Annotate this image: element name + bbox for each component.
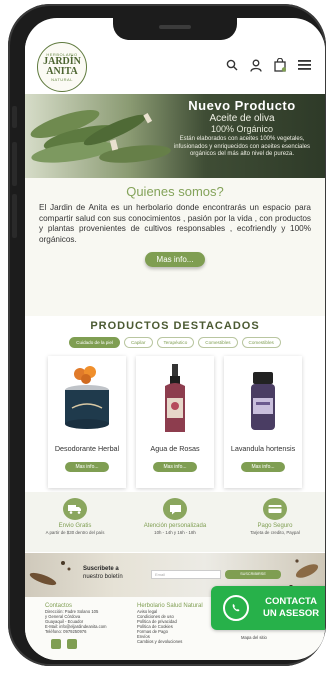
featured-products-section: PRODUCTOS DESTACADOS Cuidado de la piel …	[25, 316, 325, 488]
product-image	[136, 356, 214, 442]
hero-subtitle-2: 100% Orgánico	[210, 124, 274, 134]
service-title: Envio Gratis	[58, 523, 92, 529]
bag-icon[interactable]	[273, 58, 287, 72]
product-more-info-button[interactable]: Mas info...	[153, 462, 197, 472]
service-atencion: Atención personalizada 10h - 14h y 16h -…	[130, 498, 220, 552]
whatsapp-label-line1: CONTACTA	[265, 596, 318, 607]
whatsapp-label-line2: UN ASESOR	[263, 608, 320, 619]
category-tabs: Cuidado de la piel Capilar Terapéutico C…	[25, 337, 325, 348]
footer-contact: Contactos Dirección: Padre Solano 105 y …	[45, 603, 107, 634]
product-image	[48, 356, 126, 442]
product-more-info-button[interactable]: Mas info...	[65, 462, 109, 472]
screen: HERBOLARIO JARDÍN ANITA NATURAL Nuevo Pr…	[25, 18, 325, 660]
newsletter-label-line2: nuestro boletín	[83, 574, 123, 580]
footer-map-link[interactable]: Mapa del sitio	[241, 635, 267, 640]
product-card-agua-rosas[interactable]: Agua de Rosas Mas info...	[136, 356, 214, 488]
newsletter-label-line1: Suscribete a	[83, 566, 119, 572]
product-name: Lavandula hortensis	[230, 444, 296, 453]
product-more-info-button[interactable]: Mas info...	[241, 462, 285, 472]
tab-cuidado-piel[interactable]: Cuidado de la piel	[69, 337, 120, 348]
newsletter-email-input[interactable]: Email	[151, 570, 221, 579]
footer-link[interactable]: Cambios y devoluciones	[137, 639, 203, 644]
facebook-icon[interactable]	[51, 639, 61, 649]
whatsapp-contact-button[interactable]: CONTACTA UN ASESOR	[211, 586, 325, 630]
footer-info: Herbolario Salud Natural Aviso legal Con…	[137, 603, 203, 644]
service-envio: Envio Gratis A partir de $30 dentro del …	[30, 498, 120, 552]
service-subtitle: A partir de $30 dentro del país	[45, 530, 105, 535]
hero-subtitle: Aceite de oliva	[209, 113, 275, 124]
service-title: Pago Seguro	[257, 523, 293, 529]
tab-comestibles-2[interactable]: Comestibles	[241, 337, 281, 348]
newsletter-label: Suscribete a nuestro boletín	[83, 565, 123, 581]
volume-up-button	[12, 142, 17, 186]
service-subtitle: 10h - 14h y 16h - 18h	[154, 530, 196, 535]
phone-frame: HERBOLARIO JARDÍN ANITA NATURAL Nuevo Pr…	[8, 4, 326, 666]
footer-map: Mapa del sitio	[241, 635, 267, 640]
product-name: Desodorante Herbal	[54, 444, 120, 453]
product-image	[224, 356, 302, 442]
site-logo[interactable]: HERBOLARIO JARDÍN ANITA NATURAL	[37, 42, 87, 92]
search-icon[interactable]	[225, 58, 239, 72]
hero-banner[interactable]: Nuevo Producto Aceite de oliva 100% Orgá…	[25, 94, 325, 178]
mute-switch	[12, 106, 17, 128]
logo-bottom-text: NATURAL	[51, 77, 73, 82]
notch	[113, 18, 237, 40]
product-card-desodorante[interactable]: Desodorante Herbal Mas info...	[48, 356, 126, 488]
footer-contact-line[interactable]: Teléfono: 0979250976	[45, 629, 107, 634]
chat-icon	[163, 498, 187, 520]
service-subtitle: Tarjeta de credito, Paypal	[250, 530, 300, 535]
logo-line2: ANITA	[46, 66, 78, 77]
whatsapp-icon	[223, 595, 249, 621]
volume-down-button	[12, 194, 17, 238]
product-card-lavandula[interactable]: Lavandula hortensis Mas info...	[224, 356, 302, 488]
about-section: Quienes somos? El Jardin de Anita es un …	[25, 178, 325, 316]
service-pago: Pago Seguro Tarjeta de credito, Paypal	[230, 498, 320, 552]
tab-terapeutico[interactable]: Terapéutico	[156, 337, 195, 348]
about-more-info-button[interactable]: Mas info...	[144, 252, 206, 267]
card-icon	[263, 498, 287, 520]
newsletter-subscribe-button[interactable]: SUSCRIBIRSE	[225, 570, 281, 579]
service-title: Atención personalizada	[143, 523, 207, 529]
about-body: El Jardin de Anita es un herbolario dond…	[39, 203, 311, 244]
social-links	[51, 639, 77, 649]
product-name: Agua de Rosas	[150, 444, 200, 453]
whatsapp-label: CONTACTA UN ASESOR	[263, 596, 319, 620]
about-title: Quienes somos?	[126, 184, 224, 199]
menu-icon[interactable]	[297, 58, 311, 72]
tab-capilar[interactable]: Capilar	[123, 337, 153, 348]
hero-description: Están elaborados con aceites 100% vegeta…	[173, 136, 311, 157]
truck-icon	[63, 498, 87, 520]
site-header: HERBOLARIO JARDÍN ANITA NATURAL	[25, 40, 325, 92]
hero-title: Nuevo Producto	[188, 98, 296, 113]
tab-comestibles[interactable]: Comestibles	[198, 337, 238, 348]
products-title: PRODUCTOS DESTACADOS	[90, 320, 260, 332]
instagram-icon[interactable]	[67, 639, 77, 649]
user-icon[interactable]	[249, 58, 263, 72]
services-bar: Envio Gratis A partir de $30 dentro del …	[25, 492, 325, 552]
